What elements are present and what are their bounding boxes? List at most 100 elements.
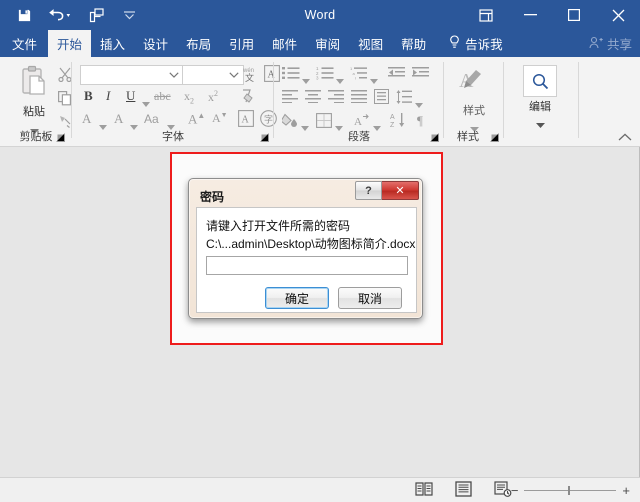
find-icon-box xyxy=(523,65,557,97)
share-person-icon xyxy=(589,36,603,52)
text-highlight-icon[interactable]: A xyxy=(114,111,123,127)
tab-help[interactable]: 帮助 xyxy=(392,30,435,57)
tab-layout[interactable]: 布局 xyxy=(177,30,220,57)
bullet-list-dropdown-icon[interactable] xyxy=(302,71,310,89)
shrink-font-icon[interactable]: A▼ xyxy=(212,111,228,126)
password-dialog-title: 密码 xyxy=(200,190,225,204)
strikethrough-icon[interactable]: abc xyxy=(154,89,171,104)
file-path-text: C:\...admin\Desktop\动物图标简介.docx xyxy=(206,237,416,251)
save-icon[interactable] xyxy=(14,5,34,25)
editing-button[interactable]: 编辑 xyxy=(516,65,564,133)
zoom-slider[interactable] xyxy=(524,486,617,495)
zoom-out-button[interactable]: − xyxy=(511,483,519,498)
web-layout-icon[interactable] xyxy=(494,481,512,502)
tab-insert[interactable]: 插入 xyxy=(91,30,134,57)
cancel-button[interactable]: 取消 xyxy=(338,287,402,309)
italic-icon[interactable]: I xyxy=(106,88,110,104)
ribbon: 粘贴 剪贴板 wén 文 A B I U abc x2 x2 A A Aa A▲… xyxy=(0,57,640,147)
multilevel-list-dropdown-icon[interactable] xyxy=(370,71,378,89)
paste-icon xyxy=(19,65,49,102)
bold-icon[interactable]: B xyxy=(84,88,93,104)
chevron-down-icon[interactable] xyxy=(119,5,139,25)
align-center-icon[interactable] xyxy=(305,90,321,108)
tab-mailings[interactable]: 邮件 xyxy=(263,30,306,57)
styles-dialog-launcher[interactable] xyxy=(490,133,499,142)
distributed-align-icon[interactable] xyxy=(374,89,389,109)
tab-references[interactable]: 引用 xyxy=(220,30,263,57)
increase-indent-icon[interactable] xyxy=(412,66,429,85)
window-controls xyxy=(464,0,640,30)
change-case-icon[interactable]: Aa xyxy=(144,112,159,126)
chevron-up-icon[interactable] xyxy=(618,132,632,144)
phonetic-guide-icon[interactable]: wén 文 xyxy=(242,65,260,88)
font-size-combo[interactable] xyxy=(182,65,244,85)
read-mode-icon[interactable] xyxy=(415,481,433,502)
paste-label: 粘贴 xyxy=(23,106,45,118)
zoom-control: − + xyxy=(511,478,630,502)
cut-icon[interactable] xyxy=(58,67,72,87)
line-spacing-icon[interactable] xyxy=(396,90,412,109)
password-dialog-body: 请键入打开文件所需的密码 C:\...admin\Desktop\动物图标简介.… xyxy=(196,207,417,313)
styles-button[interactable]: A 样式 xyxy=(452,67,496,137)
ok-button[interactable]: 确定 xyxy=(265,287,329,309)
minimize-icon[interactable] xyxy=(508,0,552,30)
redo-icon[interactable] xyxy=(86,5,106,25)
undo-icon[interactable] xyxy=(47,5,73,25)
decrease-indent-icon[interactable] xyxy=(388,66,405,85)
tab-home[interactable]: 开始 xyxy=(48,30,92,57)
underline-icon[interactable]: U xyxy=(126,88,135,104)
password-dialog: 密码 ? ✕ 请键入打开文件所需的密码 C:\...admin\Desktop\… xyxy=(188,178,423,319)
multilevel-list-icon[interactable]: 1ai xyxy=(350,66,368,85)
tell-me-label: 告诉我 xyxy=(465,38,503,52)
ribbon-group-clipboard: 粘贴 剪贴板 xyxy=(0,57,72,146)
editing-dropdown-icon[interactable] xyxy=(535,115,545,133)
close-icon[interactable]: ✕ xyxy=(382,181,419,200)
word-application-window: Word 文件 开始 插入 设计 布局 引用 邮件 审阅 视图 帮助 告诉我 共… xyxy=(0,0,640,502)
align-right-icon[interactable] xyxy=(328,90,344,108)
zoom-slider-thumb[interactable] xyxy=(568,486,571,495)
quick-access-toolbar xyxy=(0,5,139,25)
line-spacing-dropdown-icon[interactable] xyxy=(415,95,423,113)
password-dialog-titlebar-buttons: ? ✕ xyxy=(355,181,419,200)
font-name-combo[interactable] xyxy=(80,65,184,85)
password-input-field[interactable] xyxy=(207,257,407,275)
svg-text:A: A xyxy=(354,116,362,128)
share-button[interactable]: 共享 xyxy=(589,30,632,57)
clipboard-dialog-launcher[interactable] xyxy=(56,133,65,142)
share-label: 共享 xyxy=(606,38,632,52)
tell-me-box[interactable]: 告诉我 xyxy=(435,30,512,57)
ribbon-options-icon[interactable] xyxy=(464,0,508,30)
tab-file[interactable]: 文件 xyxy=(0,30,48,57)
underline-dropdown-icon[interactable] xyxy=(142,94,150,112)
ribbon-group-font: wén 文 A B I U abc x2 x2 A A Aa A▲ A▼ A 字… xyxy=(72,57,280,146)
superscript-icon[interactable]: x2 xyxy=(208,89,218,105)
help-button[interactable]: ? xyxy=(355,181,382,200)
tab-view[interactable]: 视图 xyxy=(349,30,392,57)
numbered-list-icon[interactable]: 123 xyxy=(316,66,334,85)
subscript-icon[interactable]: x2 xyxy=(184,89,194,105)
bullet-list-icon[interactable] xyxy=(282,66,300,85)
svg-text:i: i xyxy=(355,76,356,80)
numbered-list-dropdown-icon[interactable] xyxy=(336,71,344,89)
styles-icon: A xyxy=(457,67,491,102)
text-effects-icon[interactable]: A xyxy=(82,111,91,127)
grow-font-icon[interactable]: A▲ xyxy=(188,111,205,127)
password-input[interactable] xyxy=(206,256,408,275)
svg-text:文: 文 xyxy=(245,72,254,83)
editing-label: 编辑 xyxy=(529,101,551,113)
copy-icon[interactable] xyxy=(58,91,72,111)
close-icon[interactable] xyxy=(596,0,640,30)
tab-design[interactable]: 设计 xyxy=(134,30,177,57)
ribbon-tab-bar: 文件 开始 插入 设计 布局 引用 邮件 审阅 视图 帮助 告诉我 共享 xyxy=(0,30,640,57)
align-left-icon[interactable] xyxy=(282,90,298,108)
lightbulb-icon xyxy=(449,35,460,52)
svg-text:3: 3 xyxy=(316,76,319,80)
font-dialog-launcher[interactable] xyxy=(260,133,269,142)
svg-text:A: A xyxy=(242,115,250,126)
justify-icon[interactable] xyxy=(351,90,367,108)
zoom-in-button[interactable]: + xyxy=(622,483,630,498)
tab-review[interactable]: 审阅 xyxy=(306,30,349,57)
maximize-icon[interactable] xyxy=(552,0,596,30)
clear-formatting-icon[interactable] xyxy=(238,88,254,109)
print-layout-icon[interactable] xyxy=(455,481,472,502)
